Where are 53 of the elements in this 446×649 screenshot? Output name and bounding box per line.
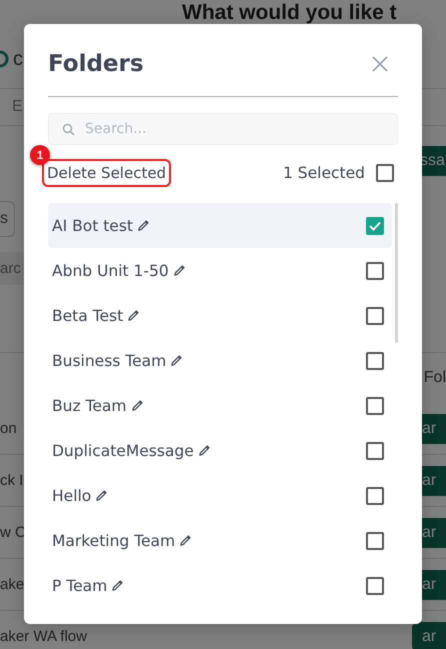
pencil-icon[interactable] <box>172 264 186 277</box>
annotation-badge: 1 <box>30 145 50 165</box>
folder-row[interactable]: Beta Test <box>48 293 392 338</box>
pencil-icon[interactable] <box>137 219 150 232</box>
folder-name: Business Team <box>52 352 166 370</box>
folder-name: DuplicateMessage <box>52 442 194 460</box>
delete-selected-button[interactable]: Delete Selected <box>42 159 172 187</box>
folder-name: Buz Team <box>52 396 126 414</box>
checkbox[interactable] <box>366 532 384 550</box>
checkbox[interactable] <box>366 486 384 504</box>
folder-row[interactable]: Business Team <box>48 338 392 383</box>
checkbox[interactable] <box>366 352 384 370</box>
table-cell: ake <box>0 576 24 593</box>
logo-text: c <box>13 48 23 70</box>
folder-name: Beta Test <box>52 306 124 324</box>
filter-button[interactable]: s <box>0 201 15 237</box>
folder-name: P Team <box>52 576 108 594</box>
table-cell: aker WA flow <box>0 628 87 645</box>
checkbox[interactable] <box>366 216 384 234</box>
folder-row[interactable]: Marketing Team <box>48 518 392 563</box>
pencil-icon[interactable] <box>111 579 124 592</box>
column-header: Fol <box>424 369 446 387</box>
pencil-icon[interactable] <box>130 399 144 412</box>
folder-row[interactable]: Buz Team <box>48 383 392 428</box>
search-field[interactable]: Search... <box>48 113 398 145</box>
checkbox[interactable] <box>366 262 384 280</box>
pencil-icon[interactable] <box>170 354 184 367</box>
search-icon <box>62 123 75 136</box>
selected-count: 1 Selected <box>283 164 365 182</box>
folder-name: Hello <box>52 486 92 504</box>
pencil-icon[interactable] <box>127 309 140 322</box>
folder-row[interactable]: P Team <box>48 563 392 608</box>
scrollbar-thumb[interactable] <box>395 203 398 343</box>
checkbox[interactable] <box>366 442 384 460</box>
folder-name: AI Bot test <box>52 216 133 234</box>
table-cell: on <box>0 420 17 437</box>
pencil-icon[interactable] <box>95 489 108 502</box>
table-cell: ck I <box>0 472 24 489</box>
dialog-title: Folders <box>48 50 144 79</box>
folder-row[interactable]: DuplicateMessage <box>48 428 392 473</box>
checkbox[interactable] <box>366 396 384 414</box>
pencil-icon[interactable] <box>179 534 192 547</box>
pencil-icon[interactable] <box>198 444 211 457</box>
page-heading: What would you like t <box>182 1 397 24</box>
checkmark-icon <box>369 220 381 230</box>
folder-row[interactable]: Hello <box>48 473 392 518</box>
folder-row[interactable]: Abnb Unit 1-50 <box>48 248 392 293</box>
folder-row[interactable]: AI Bot test <box>48 203 392 248</box>
select-all-checkbox[interactable] <box>376 164 394 182</box>
folder-name: Marketing Team <box>52 532 176 550</box>
checkbox[interactable] <box>366 306 384 324</box>
folder-name: Abnb Unit 1-50 <box>52 262 169 280</box>
checkbox[interactable] <box>366 576 384 594</box>
